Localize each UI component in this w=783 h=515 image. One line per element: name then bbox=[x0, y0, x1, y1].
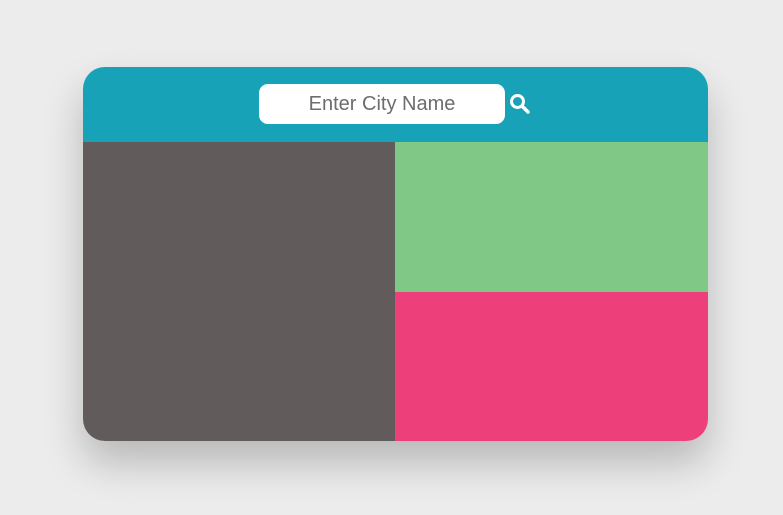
card-header bbox=[83, 67, 708, 142]
page bbox=[0, 0, 783, 515]
search-button[interactable] bbox=[508, 92, 532, 116]
left-panel bbox=[83, 142, 395, 441]
right-top-panel bbox=[395, 142, 708, 292]
right-bottom-panel bbox=[395, 292, 708, 441]
weather-card bbox=[83, 67, 708, 441]
city-search-input[interactable] bbox=[259, 84, 505, 124]
search-icon bbox=[510, 94, 530, 114]
